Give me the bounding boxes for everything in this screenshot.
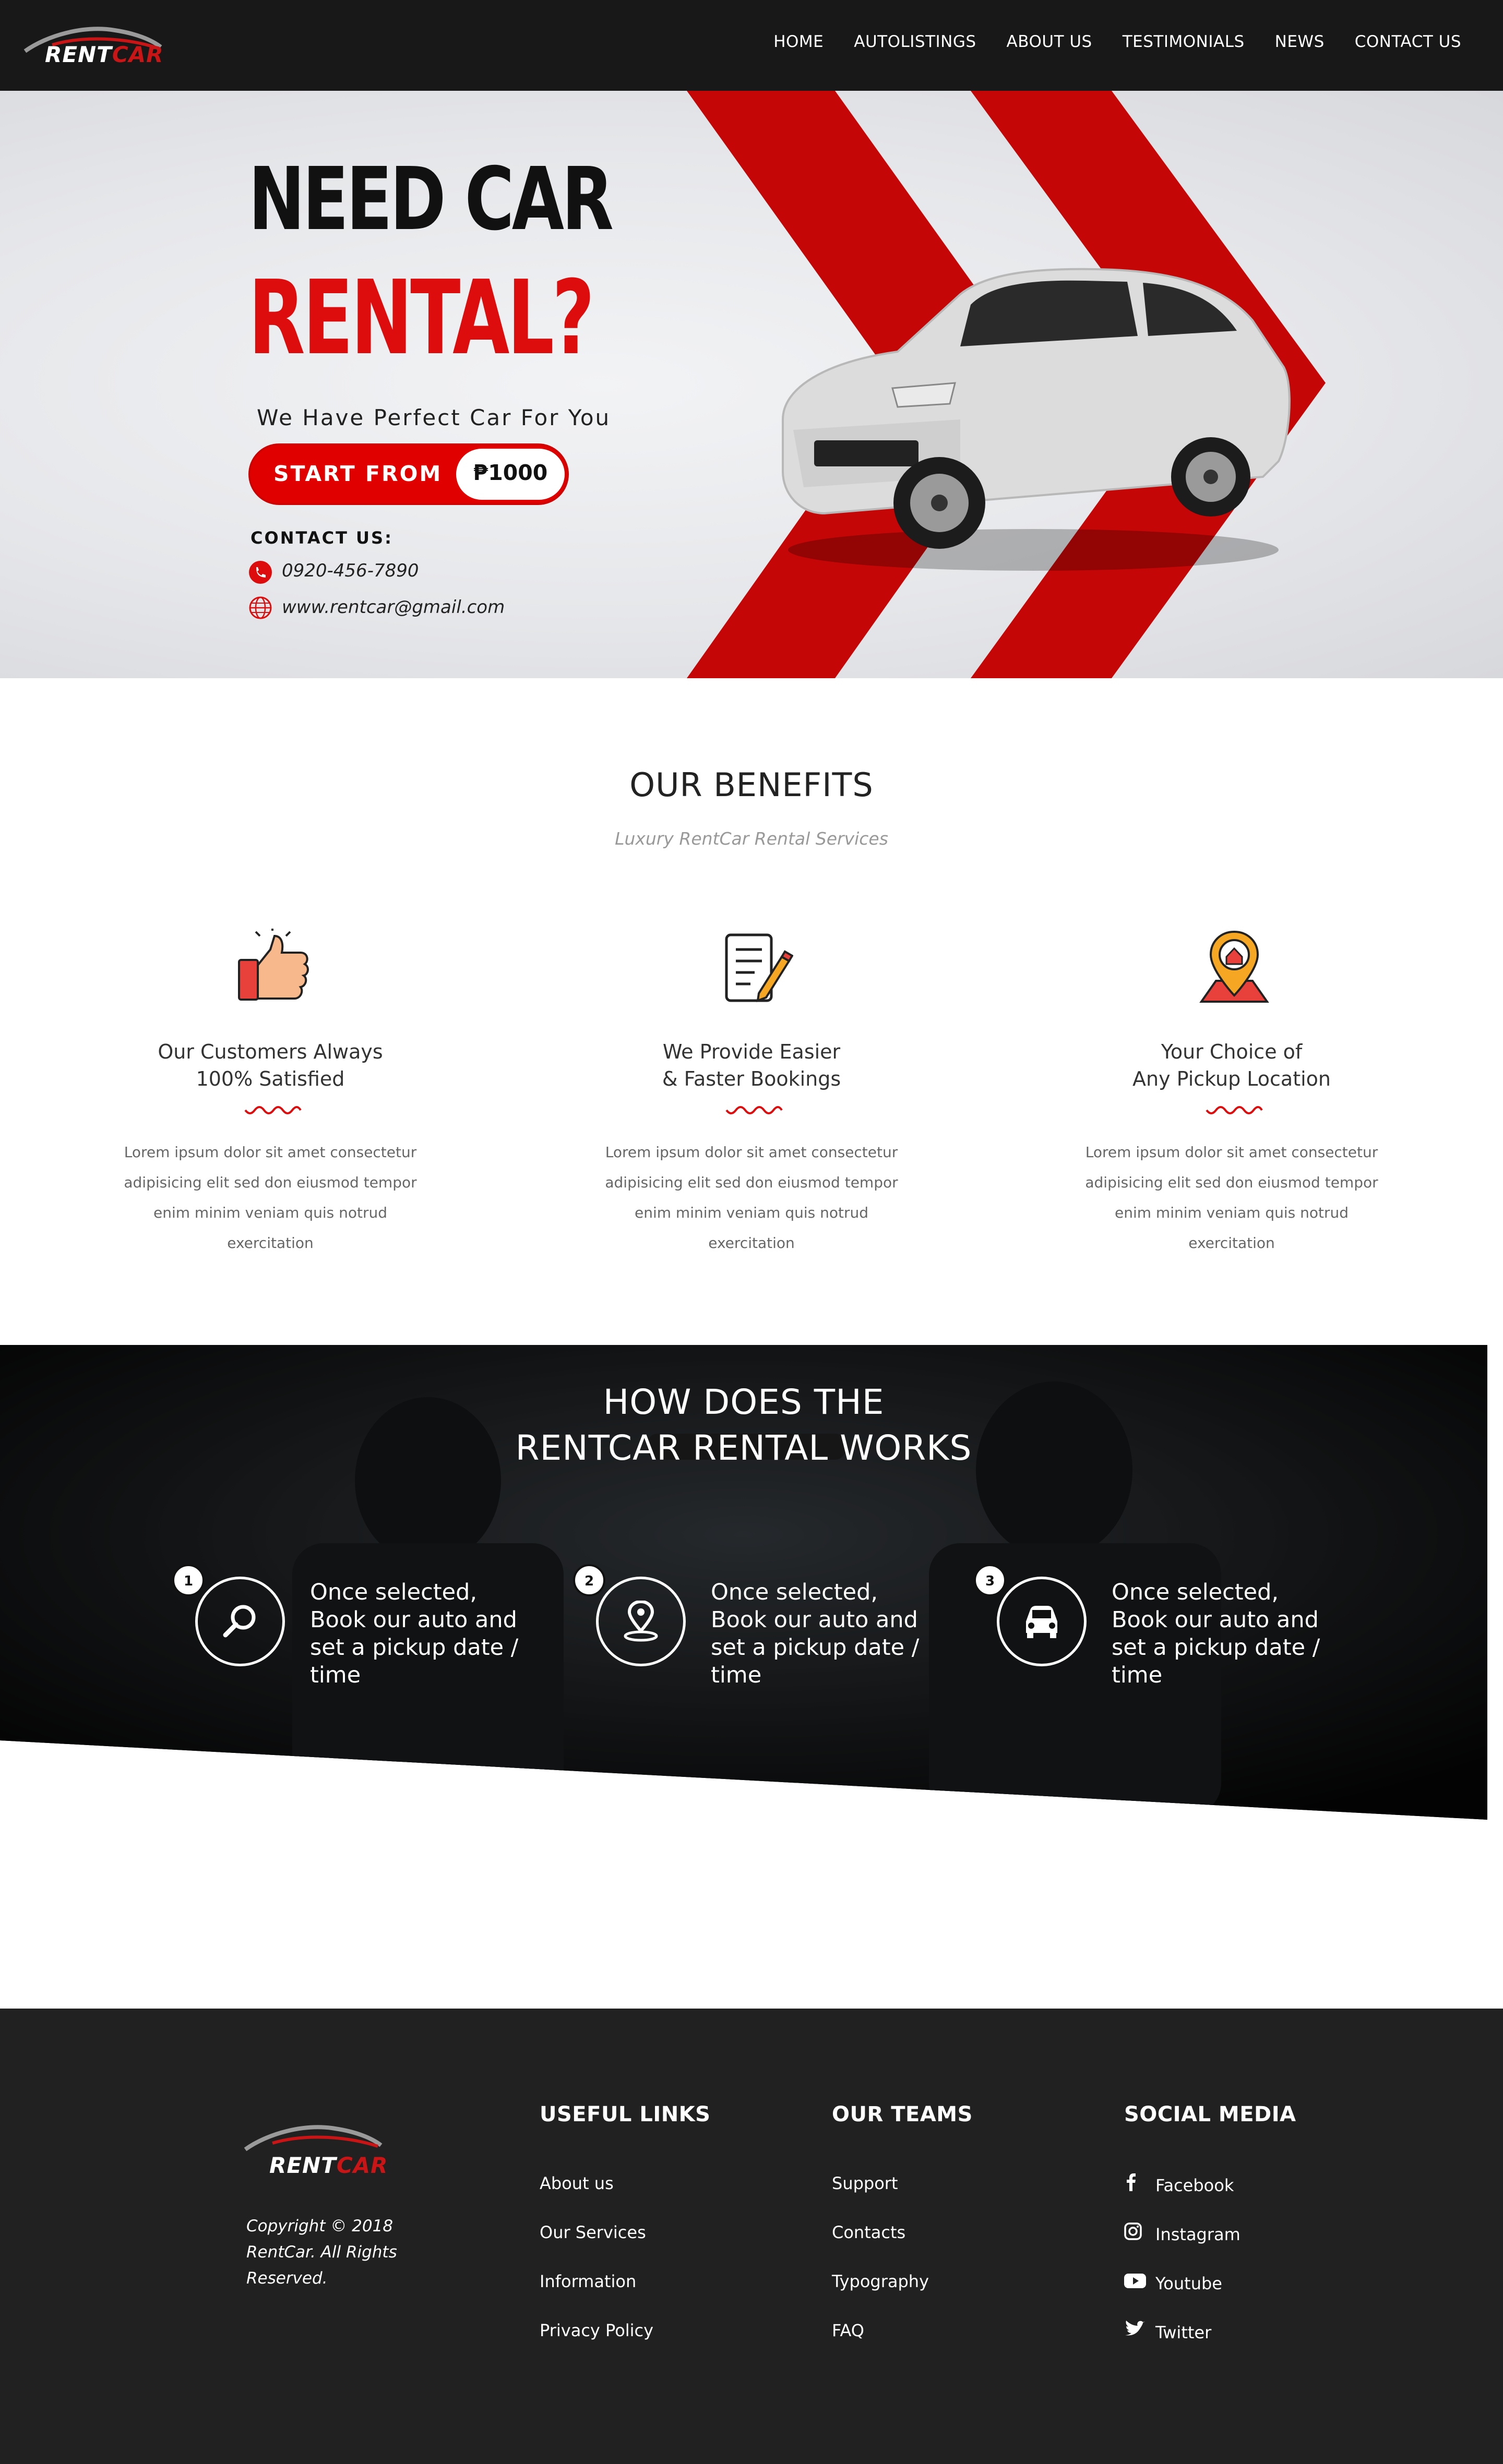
thumbs-up-icon <box>238 929 309 1001</box>
footer-logo-text-car: CAR <box>336 2153 388 2178</box>
step-number-badge: 1 <box>172 1564 205 1596</box>
site-header: RENTCAR HOME AUTOLISTINGS ABOUT US TESTI… <box>0 0 1503 91</box>
hero-banner: NEED CAR RENTAL? We Have Perfect Car For… <box>0 91 1503 678</box>
logo-text[interactable]: RENTCAR <box>45 42 164 67</box>
contact-label: CONTACT US: <box>250 528 393 548</box>
how-title-line1: HOW DOES THE <box>603 1382 885 1422</box>
footer-heading: OUR TEAMS <box>832 2102 973 2126</box>
footer-social-media: SOCIAL MEDIA Facebook Instagram Youtube … <box>1124 2102 1296 2342</box>
nav-news[interactable]: NEWS <box>1275 32 1325 51</box>
footer-logo-text-rent: RENT <box>269 2153 337 2178</box>
benefit-heading-text: Our Customers Always 100% Satisfied <box>158 1040 383 1090</box>
benefit-heading-text: We Provide Easier & Faster Bookings <box>662 1040 841 1090</box>
contact-website[interactable]: www.rentcar@gmail.com <box>282 597 505 618</box>
car-icon <box>1026 1606 1057 1638</box>
benefit-text: Lorem ipsum dolor sit amet consectetur a… <box>1085 1144 1378 1252</box>
step-text: Once selected, Book our auto and set a p… <box>711 1579 920 1688</box>
benefit-text: Lorem ipsum dolor sit amet consectetur a… <box>124 1144 417 1252</box>
footer-link-youtube[interactable]: Youtube <box>1124 2271 1240 2321</box>
main-nav: HOME AUTOLISTINGS ABOUT US TESTIMONIALS … <box>773 32 1461 51</box>
step-number: 2 <box>584 1573 594 1589</box>
nav-home[interactable]: HOME <box>773 32 824 51</box>
footer-link-facebook[interactable]: Facebook <box>1124 2173 1240 2222</box>
step-2: 2 Once selected, Book our auto and set a… <box>573 1564 949 1688</box>
how-it-works-section: HOW DOES THE RENTCAR RENTAL WORKS 1 Once… <box>0 1345 1487 1820</box>
benefit-heading: Our Customers Always 100% Satisfied <box>114 1038 427 1092</box>
nav-about-us[interactable]: ABOUT US <box>1007 32 1092 51</box>
footer-heading: SOCIAL MEDIA <box>1124 2102 1296 2126</box>
footer-link-typography[interactable]: Typography <box>832 2271 929 2321</box>
benefit-heading: We Provide Easier & Faster Bookings <box>595 1038 908 1092</box>
hero-subtitle: We Have Perfect Car For You <box>257 405 611 430</box>
social-label: Facebook <box>1155 2175 1234 2195</box>
price-text: ₱1000 <box>473 460 548 485</box>
step-1: 1 Once selected, Book our auto and set a… <box>172 1564 548 1688</box>
social-label: Instagram <box>1155 2225 1240 2244</box>
footer-our-teams: OUR TEAMS Support Contacts Typography FA… <box>832 2102 973 2340</box>
benefit-heading-text: Your Choice of Any Pickup Location <box>1132 1040 1331 1090</box>
step-text: Once selected, Book our auto and set a p… <box>1112 1579 1320 1688</box>
map-pin-icon <box>624 1601 658 1642</box>
step-number-badge: 2 <box>573 1564 605 1596</box>
footer-useful-links: USEFUL LINKS About us Our Services Infor… <box>540 2102 711 2340</box>
how-title-line2: RENTCAR RENTAL WORKS <box>515 1428 972 1468</box>
hero-title-line2: RENTAL? <box>248 259 595 378</box>
footer-link-about-us[interactable]: About us <box>540 2173 653 2222</box>
location-pin-house-icon <box>1199 930 1269 1003</box>
car-image <box>782 268 1291 571</box>
benefit-text: Lorem ipsum dolor sit amet consectetur a… <box>605 1144 898 1252</box>
how-title: HOW DOES THE RENTCAR RENTAL WORKS <box>0 1379 1487 1471</box>
wave-divider <box>244 1106 302 1114</box>
footer-link-support[interactable]: Support <box>832 2173 929 2222</box>
footer-logo-text[interactable]: RENTCAR <box>269 2153 388 2178</box>
nav-contact-us[interactable]: CONTACT US <box>1355 32 1461 51</box>
start-from-button[interactable]: START FROM ₱1000 <box>248 443 569 505</box>
footer-heading: USEFUL LINKS <box>540 2102 711 2126</box>
step-3: 3 Once selected, Book our auto and set a… <box>974 1564 1350 1688</box>
wave-divider <box>725 1106 783 1114</box>
site-footer: RENTCAR Copyright © 2018 RentCar. All Ri… <box>0 2009 1503 2464</box>
nav-autolistings[interactable]: AUTOLISTINGS <box>854 32 976 51</box>
footer-link-information[interactable]: Information <box>540 2271 653 2321</box>
notepad-pencil-icon <box>725 933 793 1003</box>
step-number-badge: 3 <box>974 1564 1006 1596</box>
nav-testimonials[interactable]: TESTIMONIALS <box>1123 32 1245 51</box>
wave-divider <box>1206 1106 1263 1114</box>
search-icon <box>223 1605 256 1638</box>
step-number: 3 <box>985 1573 995 1589</box>
footer-copyright: Copyright © 2018 RentCar. All Rights Res… <box>246 2217 397 2288</box>
logo-text-car: CAR <box>112 42 164 67</box>
youtube-icon <box>1124 2274 1146 2288</box>
benefits-title: OUR BENEFITS <box>629 766 874 804</box>
benefit-heading: Your Choice of Any Pickup Location <box>1075 1038 1388 1092</box>
twitter-icon <box>1125 2321 1145 2336</box>
step-number: 1 <box>183 1573 194 1589</box>
footer-link-privacy-policy[interactable]: Privacy Policy <box>540 2321 653 2370</box>
footer-link-instagram[interactable]: Instagram <box>1124 2222 1240 2271</box>
logo-text-rent: RENT <box>45 42 112 67</box>
facebook-icon <box>1127 2173 1136 2191</box>
benefits-subtitle: Luxury RentCar Rental Services <box>615 828 888 849</box>
footer-link-faq[interactable]: FAQ <box>832 2321 929 2370</box>
step-text: Once selected, Book our auto and set a p… <box>310 1579 519 1688</box>
globe-icon <box>249 596 272 619</box>
hero-title-line1: NEED CAR <box>248 149 614 250</box>
social-label: Twitter <box>1155 2323 1212 2342</box>
instagram-icon <box>1124 2222 1142 2240</box>
footer-link-contacts[interactable]: Contacts <box>832 2222 929 2271</box>
start-from-label: START FROM <box>273 461 443 486</box>
footer-link-twitter[interactable]: Twitter <box>1124 2321 1240 2370</box>
social-label: Youtube <box>1155 2274 1222 2293</box>
footer-link-our-services[interactable]: Our Services <box>540 2222 653 2271</box>
price-badge: ₱1000 <box>456 449 565 500</box>
contact-phone[interactable]: 0920-456-7890 <box>282 560 419 581</box>
phone-icon <box>249 561 272 584</box>
